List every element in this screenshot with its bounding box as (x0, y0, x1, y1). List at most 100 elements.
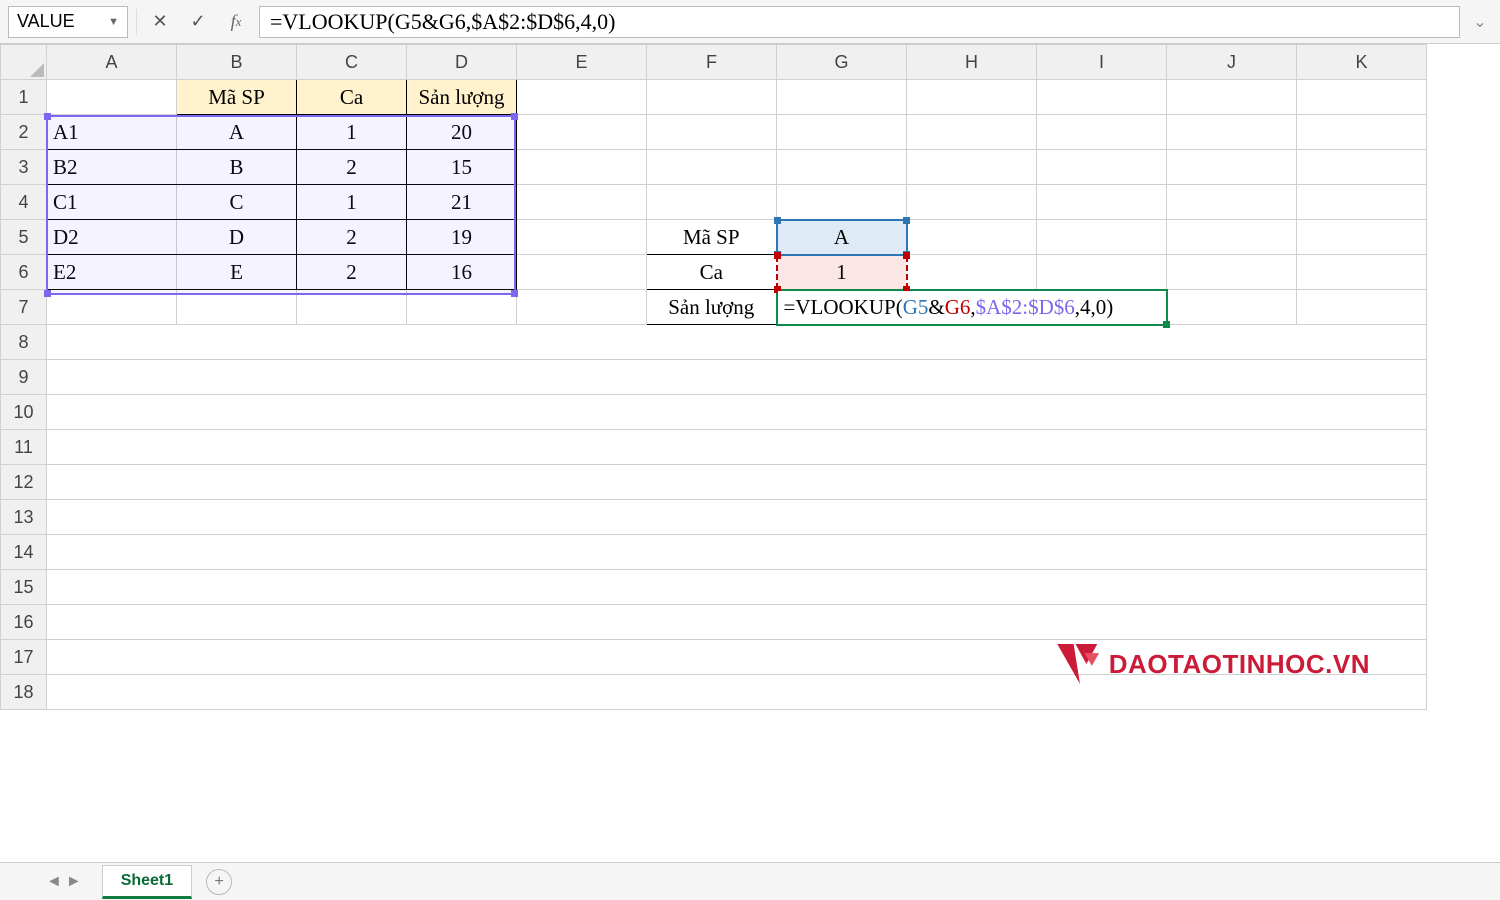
empty-row[interactable] (47, 605, 1427, 640)
row-header-13[interactable]: 13 (1, 500, 47, 535)
cell-H4[interactable] (907, 185, 1037, 220)
row-header-3[interactable]: 3 (1, 150, 47, 185)
cell-K3[interactable] (1297, 150, 1427, 185)
col-header-K[interactable]: K (1297, 45, 1427, 80)
cell-J4[interactable] (1167, 185, 1297, 220)
select-all-corner[interactable] (1, 45, 47, 80)
cell-A5[interactable]: D2 (47, 220, 177, 255)
row-header-14[interactable]: 14 (1, 535, 47, 570)
cell-I5[interactable] (1037, 220, 1167, 255)
cell-K7[interactable] (1297, 290, 1427, 325)
sheet-tab-active[interactable]: Sheet1 (102, 865, 192, 899)
empty-row[interactable] (47, 500, 1427, 535)
cell-G7[interactable]: =VLOOKUP(G5&G6,$A$2:$D$6,4,0) (777, 290, 1167, 325)
cell-K2[interactable] (1297, 115, 1427, 150)
cell-I6[interactable] (1037, 255, 1167, 290)
cell-C2[interactable]: 1 (297, 115, 407, 150)
cell-J5[interactable] (1167, 220, 1297, 255)
cell-J2[interactable] (1167, 115, 1297, 150)
row-header-6[interactable]: 6 (1, 255, 47, 290)
cell-I3[interactable] (1037, 150, 1167, 185)
row-header-15[interactable]: 15 (1, 570, 47, 605)
cell-A2[interactable]: A1 (47, 115, 177, 150)
cell-B2[interactable]: A (177, 115, 297, 150)
worksheet[interactable]: A B C D E F G H I J K 1 Mã SP Ca Sản lượ… (0, 44, 1500, 710)
cell-C6[interactable]: 2 (297, 255, 407, 290)
cell-K6[interactable] (1297, 255, 1427, 290)
cell-B4[interactable]: C (177, 185, 297, 220)
cell-E5[interactable] (517, 220, 647, 255)
row-header-5[interactable]: 5 (1, 220, 47, 255)
cell-F7[interactable]: Sản lượng (647, 290, 777, 325)
col-header-D[interactable]: D (407, 45, 517, 80)
cell-C3[interactable]: 2 (297, 150, 407, 185)
name-box-dropdown-icon[interactable]: ▼ (108, 16, 119, 28)
cell-J6[interactable] (1167, 255, 1297, 290)
cell-C5[interactable]: 2 (297, 220, 407, 255)
cell-I4[interactable] (1037, 185, 1167, 220)
row-header-2[interactable]: 2 (1, 115, 47, 150)
cell-I2[interactable] (1037, 115, 1167, 150)
col-header-H[interactable]: H (907, 45, 1037, 80)
cell-A7[interactable] (47, 290, 177, 325)
row-header-1[interactable]: 1 (1, 80, 47, 115)
cell-A3[interactable]: B2 (47, 150, 177, 185)
cell-H1[interactable] (907, 80, 1037, 115)
cell-B1[interactable]: Mã SP (177, 80, 297, 115)
cell-D6[interactable]: 16 (407, 255, 517, 290)
col-header-I[interactable]: I (1037, 45, 1167, 80)
col-header-G[interactable]: G (777, 45, 907, 80)
col-header-E[interactable]: E (517, 45, 647, 80)
cell-G3[interactable] (777, 150, 907, 185)
row-header-4[interactable]: 4 (1, 185, 47, 220)
empty-row[interactable] (47, 325, 1427, 360)
formula-input[interactable]: =VLOOKUP(G5&G6,$A$2:$D$6,4,0) (259, 6, 1460, 38)
cell-G1[interactable] (777, 80, 907, 115)
row-header-8[interactable]: 8 (1, 325, 47, 360)
cell-F5[interactable]: Mã SP (647, 220, 777, 255)
cell-A4[interactable]: C1 (47, 185, 177, 220)
cell-H5[interactable] (907, 220, 1037, 255)
empty-row[interactable] (47, 535, 1427, 570)
cell-E1[interactable] (517, 80, 647, 115)
cell-G6[interactable]: 1 (777, 255, 907, 290)
cell-G5[interactable]: A (777, 220, 907, 255)
cell-G2[interactable] (777, 115, 907, 150)
cell-A6[interactable]: E2 (47, 255, 177, 290)
cell-D4[interactable]: 21 (407, 185, 517, 220)
row-header-9[interactable]: 9 (1, 360, 47, 395)
cell-J7[interactable] (1167, 290, 1297, 325)
add-sheet-icon[interactable]: + (206, 869, 232, 895)
cell-C1[interactable]: Ca (297, 80, 407, 115)
cell-B7[interactable] (177, 290, 297, 325)
col-header-J[interactable]: J (1167, 45, 1297, 80)
cell-B5[interactable]: D (177, 220, 297, 255)
cell-E3[interactable] (517, 150, 647, 185)
cell-C7[interactable] (297, 290, 407, 325)
cell-D3[interactable]: 15 (407, 150, 517, 185)
cell-F4[interactable] (647, 185, 777, 220)
cell-F3[interactable] (647, 150, 777, 185)
cell-G4[interactable] (777, 185, 907, 220)
cell-E2[interactable] (517, 115, 647, 150)
row-header-12[interactable]: 12 (1, 465, 47, 500)
accept-formula-icon[interactable]: ✓ (183, 7, 213, 37)
cancel-formula-icon[interactable]: ✕ (145, 7, 175, 37)
cell-H6[interactable] (907, 255, 1037, 290)
cell-H2[interactable] (907, 115, 1037, 150)
cell-E7[interactable] (517, 290, 647, 325)
cell-K1[interactable] (1297, 80, 1427, 115)
col-header-F[interactable]: F (647, 45, 777, 80)
cell-D2[interactable]: 20 (407, 115, 517, 150)
cell-B3[interactable]: B (177, 150, 297, 185)
fill-handle-icon[interactable] (1163, 321, 1170, 328)
cell-B6[interactable]: E (177, 255, 297, 290)
cell-K5[interactable] (1297, 220, 1427, 255)
fx-icon[interactable]: fx (221, 7, 251, 37)
cell-D7[interactable] (407, 290, 517, 325)
cell-A1[interactable] (47, 80, 177, 115)
cell-F2[interactable] (647, 115, 777, 150)
cell-H3[interactable] (907, 150, 1037, 185)
empty-row[interactable] (47, 465, 1427, 500)
empty-row[interactable] (47, 395, 1427, 430)
